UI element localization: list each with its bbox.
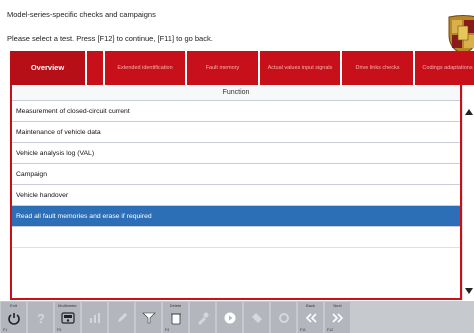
brand-crest-logo	[447, 15, 474, 55]
trash-icon	[170, 313, 181, 324]
measure-button[interactable]	[190, 302, 215, 333]
tab-actual-values[interactable]: Actual values input signals	[260, 51, 340, 85]
pencil-icon	[117, 312, 127, 322]
tab-extended-identification[interactable]: Extended identification	[105, 51, 185, 85]
filter-icon	[141, 312, 156, 323]
column-header-function: Function	[12, 85, 460, 101]
record-button[interactable]	[217, 302, 242, 333]
tab-fault-memory[interactable]: Fault memory	[187, 51, 258, 85]
question-icon: ?	[37, 311, 45, 325]
help-button[interactable]: ?	[28, 302, 53, 333]
table-row-closed-circuit-current[interactable]: Measurement of closed-circuit current	[12, 101, 460, 122]
filter-button[interactable]	[136, 302, 161, 333]
function-table: Function Measurement of closed-circuit c…	[10, 85, 462, 300]
bar-chart-button[interactable]	[82, 302, 107, 333]
next-button[interactable]: Next F12	[325, 302, 350, 333]
function-key-toolbar: Exit F1 ? Multimeter F3 Delete F4 Back F…	[0, 301, 474, 333]
exit-button[interactable]: Exit F1	[1, 302, 26, 333]
table-row-read-fault-memories[interactable]: Read all fault memories and erase if req…	[12, 206, 460, 227]
probe-icon	[197, 312, 208, 325]
flash-icon	[251, 312, 262, 323]
table-row-vehicle-handover[interactable]: Vehicle handover	[12, 185, 460, 206]
table-row-campaign[interactable]: Campaign	[12, 164, 460, 185]
edit-button[interactable]	[109, 302, 134, 333]
tab-bar: Overview Extended identification Fault m…	[10, 51, 474, 85]
back-button[interactable]: Back F11	[298, 302, 323, 333]
power-icon	[7, 312, 20, 325]
play-circle-icon	[224, 312, 235, 323]
multimeter-icon	[60, 311, 75, 324]
tab-drive-links[interactable]: Drive links checks	[342, 51, 413, 85]
table-row-maintenance[interactable]: Maintenance of vehicle data	[12, 122, 460, 143]
scroll-up-icon[interactable]	[464, 107, 474, 117]
double-chevron-left-icon	[305, 312, 317, 323]
svg-text:?: ?	[37, 311, 45, 325]
tab-overview[interactable]: Overview	[10, 51, 85, 85]
vertical-scrollbar[interactable]	[462, 85, 474, 300]
flash-button[interactable]	[244, 302, 269, 333]
table-row-empty	[12, 227, 460, 248]
settings-button[interactable]	[271, 302, 296, 333]
scroll-down-icon[interactable]	[464, 286, 474, 296]
instruction-text: Please select a test. Press [F12] to con…	[7, 34, 213, 43]
gear-icon	[278, 312, 289, 323]
multimeter-button[interactable]: Multimeter F3	[55, 302, 80, 333]
table-row-val[interactable]: Vehicle analysis log (VAL)	[12, 143, 460, 164]
bar-chart-icon	[89, 312, 100, 323]
page-title: Model-series-specific checks and campaig…	[7, 10, 156, 19]
delete-button[interactable]: Delete F4	[163, 302, 188, 333]
double-chevron-right-icon	[331, 312, 343, 323]
tab-blank[interactable]	[87, 51, 103, 85]
tab-codings[interactable]: Codings adaptations	[415, 51, 474, 85]
